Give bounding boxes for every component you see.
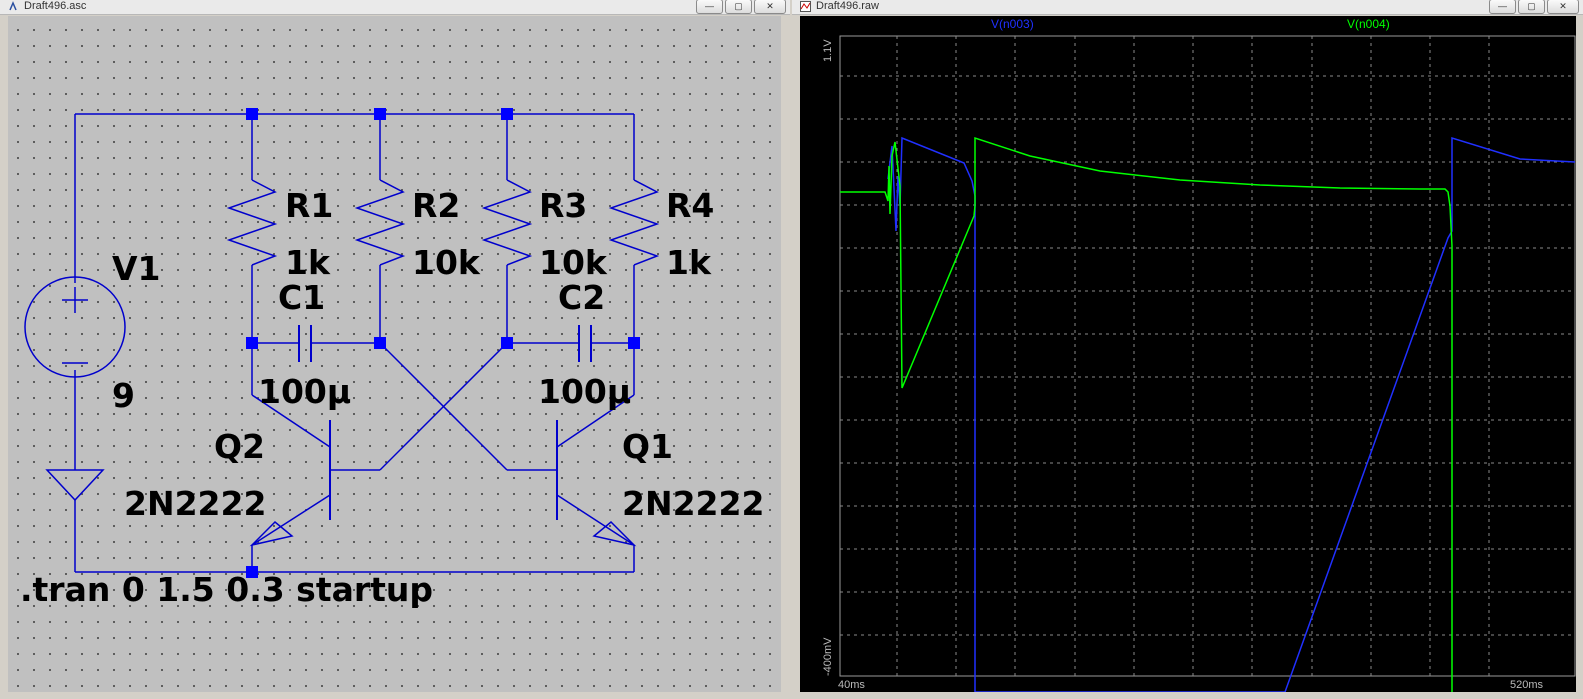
ground-symbol[interactable] xyxy=(45,469,105,502)
waveform-graph xyxy=(839,35,1576,692)
q2-model-label: 2N2222 xyxy=(124,484,266,523)
r4-value-label: 1k xyxy=(666,243,712,282)
waveform-maximize-button[interactable]: ▢ xyxy=(1518,0,1545,14)
schematic-canvas[interactable]: R1 1k R2 10k R3 10k R4 1k C1 100µ C2 100… xyxy=(8,16,781,692)
waveform-close-button[interactable]: ✕ xyxy=(1547,0,1579,14)
capacitor-c2[interactable] xyxy=(578,325,592,362)
voltage-source-v1[interactable] xyxy=(24,276,126,378)
ltspice-schematic-icon xyxy=(9,1,17,11)
waveform-plot[interactable]: V(n003) V(n004) 1.1V -400mV 40ms 520ms xyxy=(800,16,1576,692)
r1-value-label: 1k xyxy=(285,243,331,282)
waveform-viewer-icon xyxy=(800,1,811,12)
v1-value-label: 9 xyxy=(112,376,135,415)
capacitor-c1[interactable] xyxy=(298,325,312,362)
schematic-minimize-button[interactable]: — xyxy=(696,0,723,14)
q2-name-label: Q2 xyxy=(214,427,265,466)
resistor-r4[interactable] xyxy=(608,179,660,266)
r1-name-label: R1 xyxy=(285,186,333,225)
tran-directive[interactable]: .tran 0 1.5 0.3 startup xyxy=(20,570,433,609)
c1-value-label: 100µ xyxy=(258,372,351,411)
schematic-window[interactable]: Draft496.asc — ▢ ✕ R1 1k R2 10k R3 10k R… xyxy=(0,0,790,699)
q1-model-label: 2N2222 xyxy=(622,484,764,523)
r3-value-label: 10k xyxy=(539,243,608,282)
resistor-r2[interactable] xyxy=(354,179,406,266)
r4-name-label: R4 xyxy=(666,186,714,225)
schematic-drawing: R1 1k R2 10k R3 10k R4 1k C1 100µ C2 100… xyxy=(20,108,764,609)
schematic-window-title: Draft496.asc xyxy=(24,0,87,12)
c2-value-label: 100µ xyxy=(538,372,631,411)
waveform-minimize-button[interactable]: — xyxy=(1489,0,1516,14)
r2-value-label: 10k xyxy=(412,243,481,282)
waveform-window-title: Draft496.raw xyxy=(816,0,879,12)
c1-name-label: C1 xyxy=(278,278,325,317)
r3-name-label: R3 xyxy=(539,186,587,225)
waveform-window[interactable]: Draft496.raw — ▢ ✕ V(n003) V(n004) 1.1V … xyxy=(792,0,1583,699)
trace-n004[interactable] xyxy=(840,136,1453,692)
junctions xyxy=(246,108,640,578)
c2-name-label: C2 xyxy=(558,278,605,317)
plot-frame xyxy=(839,35,1576,677)
resistor-r3[interactable] xyxy=(481,179,533,266)
schematic-close-button[interactable]: ✕ xyxy=(754,0,786,14)
resistor-r1[interactable] xyxy=(226,179,278,266)
trace-n003[interactable] xyxy=(887,136,1576,692)
v1-name-label: V1 xyxy=(112,249,161,288)
q1-name-label: Q1 xyxy=(622,427,673,466)
plot-grid xyxy=(840,36,1575,676)
waveform-titlebar[interactable]: Draft496.raw — ▢ ✕ xyxy=(792,0,1583,15)
schematic-titlebar[interactable]: Draft496.asc — ▢ ✕ xyxy=(0,0,790,15)
r2-name-label: R2 xyxy=(412,186,460,225)
schematic-maximize-button[interactable]: ▢ xyxy=(725,0,752,14)
